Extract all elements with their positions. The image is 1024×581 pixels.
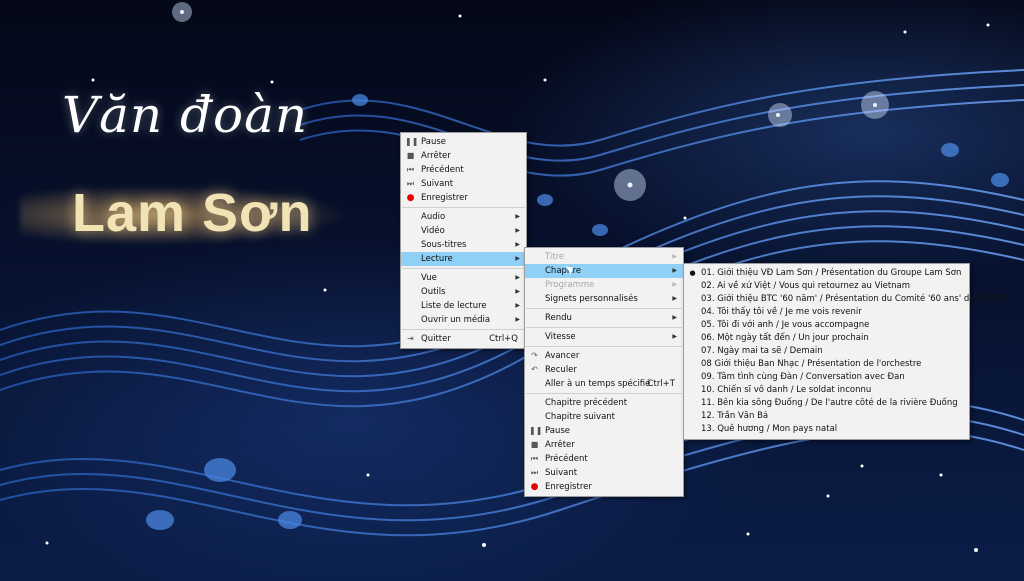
record-icon: ● (406, 193, 415, 203)
menu-item-quit[interactable]: ⇥ Quitter Ctrl+Q (401, 332, 526, 346)
chapter-item[interactable]: 06. Một ngày tất đến / Un jour prochain (684, 332, 969, 345)
menu-item-bookmarks[interactable]: Signets personnalisés ▶ (525, 292, 683, 306)
menu-item-video[interactable]: Vidéo ▶ (401, 224, 526, 238)
menu-separator (526, 327, 682, 328)
menu-item-next[interactable]: ⏭ Suivant (401, 177, 526, 191)
submenu-arrow-icon: ▶ (515, 302, 520, 309)
menu-item-title[interactable]: Titre ▶ (525, 250, 683, 264)
quit-icon: ⇥ (407, 334, 414, 343)
menu-item-program[interactable]: Programme ▶ (525, 278, 683, 292)
submenu-arrow-icon: ▶ (515, 316, 520, 323)
menu-item-record[interactable]: ● Enregistrer (525, 480, 683, 494)
menu-item-subtitles[interactable]: Sous-titres ▶ (401, 238, 526, 252)
title-line-1: Văn đoàn (62, 86, 309, 144)
shortcut-label: Ctrl+T (647, 379, 675, 389)
chapter-item[interactable]: 05. Tôi đi với anh / Je vous accompagne (684, 319, 969, 332)
next-icon: ⏭ (530, 468, 539, 477)
menu-item-playlist[interactable]: Liste de lecture ▶ (401, 299, 526, 313)
pause-icon: ❚❚ (405, 137, 419, 146)
selected-bullet-icon: ● (689, 269, 696, 277)
lecture-submenu: Titre ▶ Chapitre ▶ Programme ▶ Signets pers… (524, 247, 684, 497)
chapter-item[interactable]: 04. Tôi thấy tôi về / Je me vois revenir (684, 306, 969, 319)
menu-item-prev-chapter[interactable]: Chapitre précédent (525, 396, 683, 410)
menu-item-view[interactable]: Vue ▶ (401, 271, 526, 285)
shortcut-label: Ctrl+Q (489, 334, 518, 344)
menu-item-previous[interactable]: ⏮ Précédent (525, 452, 683, 466)
chapter-item[interactable]: 12. Trần Văn Bá (684, 410, 969, 423)
submenu-arrow-icon: ▶ (515, 288, 520, 295)
submenu-arrow-icon: ▶ (672, 267, 677, 274)
title-line-2: Lam Sơn (72, 183, 313, 243)
chapter-item[interactable]: 02. Ai về xứ Việt / Vous qui retournez a… (684, 280, 969, 293)
menu-item-next-chapter[interactable]: Chapitre suivant (525, 410, 683, 424)
chapter-item[interactable]: 13. Quê hương / Mon pays natal (684, 423, 969, 436)
backward-icon: ↶ (531, 365, 538, 374)
menu-item-speed[interactable]: Vitesse ▶ (525, 330, 683, 344)
menu-item-stop[interactable]: ■ Arrêter (525, 438, 683, 452)
chapter-item[interactable]: 03. Giới thiệu BTC '60 năm' / Présentati… (684, 293, 1013, 306)
menu-item-renderer[interactable]: Rendu ▶ (525, 311, 683, 325)
submenu-arrow-icon: ▶ (672, 253, 677, 260)
menu-item-chapter[interactable]: Chapitre ▶ (525, 264, 683, 278)
previous-icon: ⏮ (406, 165, 415, 174)
menu-separator (402, 268, 525, 269)
menu-item-pause[interactable]: ❚❚ Pause (401, 135, 526, 149)
menu-item-stop[interactable]: ■ Arrêter (401, 149, 526, 163)
chapter-item[interactable]: 09. Tâm tình cùng Đàn / Conversation ave… (684, 371, 969, 384)
previous-icon: ⏮ (530, 454, 539, 463)
chapter-item[interactable]: 07. Ngày mai ta sẽ / Demain (684, 345, 969, 358)
menu-separator (402, 207, 525, 208)
menu-item-next[interactable]: ⏭ Suivant (525, 466, 683, 480)
next-icon: ⏭ (406, 179, 415, 188)
menu-item-pause[interactable]: ❚❚ Pause (525, 424, 683, 438)
menu-item-audio[interactable]: Audio ▶ (401, 210, 526, 224)
submenu-arrow-icon: ▶ (672, 295, 677, 302)
chapter-item[interactable]: 08 Giới thiệu Ban Nhạc / Présentation de… (684, 358, 969, 371)
menu-item-lecture[interactable]: Lecture ▶ (401, 252, 526, 266)
submenu-arrow-icon: ▶ (515, 255, 520, 262)
menu-item-tools[interactable]: Outils ▶ (401, 285, 526, 299)
menu-item-previous[interactable]: ⏮ Précédent (401, 163, 526, 177)
submenu-arrow-icon: ▶ (515, 213, 520, 220)
stop-icon: ■ (406, 151, 415, 160)
submenu-arrow-icon: ▶ (515, 227, 520, 234)
chapter-item[interactable]: 11. Bên kia sông Đuống / De l'autre côté… (684, 397, 969, 410)
stop-icon: ■ (530, 440, 539, 449)
context-menu: ❚❚ Pause ■ Arrêter ⏮ Précédent ⏭ Suivant ● En… (400, 132, 527, 349)
menu-separator (526, 346, 682, 347)
menu-item-open-media[interactable]: Ouvrir un média ▶ (401, 313, 526, 327)
submenu-arrow-icon: ▶ (515, 274, 520, 281)
forward-icon: ↷ (531, 351, 538, 360)
menu-item-record[interactable]: ● Enregistrer (401, 191, 526, 205)
menu-item-goto-time[interactable]: Aller à un temps spécifié Ctrl+T (525, 377, 683, 391)
record-icon: ● (530, 482, 539, 492)
submenu-arrow-icon: ▶ (672, 281, 677, 288)
chapter-submenu: ● 01. Giới thiệu VĐ Lam Sơn / Présentatio… (683, 263, 1013, 440)
menu-item-forward[interactable]: ↷ Avancer (525, 349, 683, 363)
submenu-arrow-icon: ▶ (672, 333, 677, 340)
menu-item-backward[interactable]: ↶ Reculer (525, 363, 683, 377)
menu-separator (402, 329, 525, 330)
chapter-item[interactable]: 10. Chiến sĩ vô danh / Le soldat inconnu (684, 384, 969, 397)
submenu-arrow-icon: ▶ (515, 241, 520, 248)
pause-icon: ❚❚ (529, 426, 543, 435)
menu-separator (526, 308, 682, 309)
submenu-arrow-icon: ▶ (672, 314, 677, 321)
chapter-item[interactable]: ● 01. Giới thiệu VĐ Lam Sơn / Présentatio… (684, 267, 969, 280)
menu-separator (526, 393, 682, 394)
